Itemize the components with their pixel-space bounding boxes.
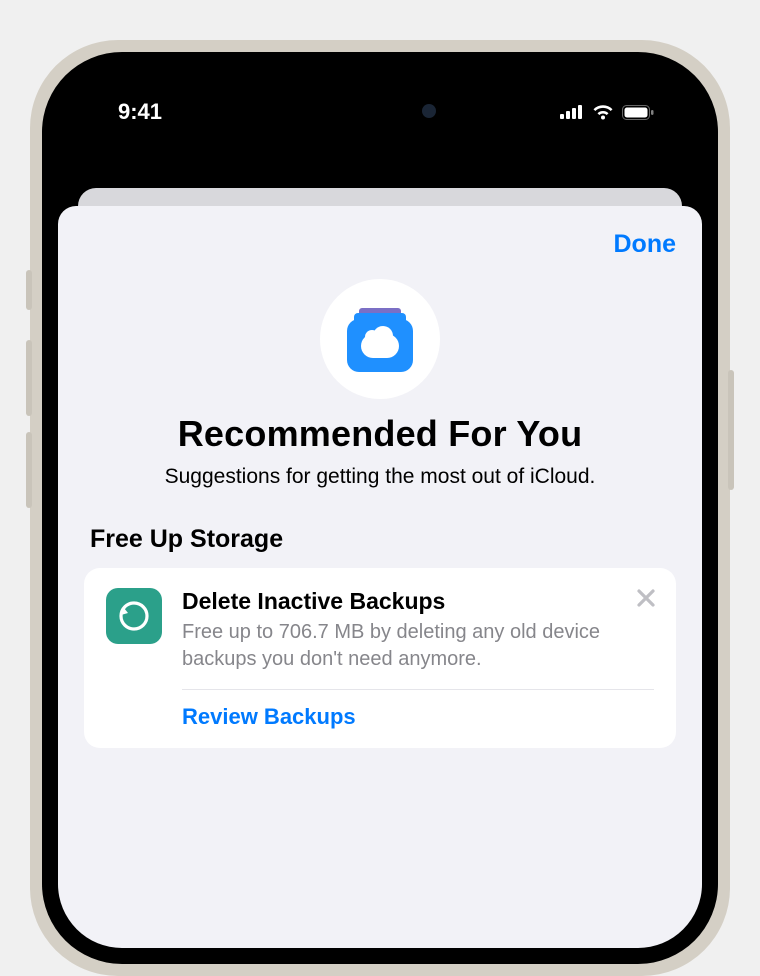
card-description: Free up to 706.7 MB by deleting any old … <box>182 619 654 690</box>
modal-sheet: Done Recommended For You Suggestions for… <box>58 206 702 948</box>
battery-icon <box>622 105 654 120</box>
close-icon <box>634 586 658 610</box>
suggestion-card: Delete Inactive Backups Free up to 706.7… <box>84 568 676 748</box>
card-title: Delete Inactive Backups <box>182 588 654 615</box>
header-icon-container <box>320 279 440 399</box>
status-time: 9:41 <box>118 99 162 125</box>
review-backups-button[interactable]: Review Backups <box>182 690 654 730</box>
wifi-icon <box>592 104 614 120</box>
front-camera <box>422 104 436 118</box>
cellular-icon <box>560 105 584 119</box>
done-button[interactable]: Done <box>614 230 677 259</box>
card-content: Delete Inactive Backups Free up to 706.7… <box>182 588 654 730</box>
icloud-storage-icon <box>347 306 413 372</box>
page-title: Recommended For You <box>84 413 676 455</box>
side-button-power <box>728 370 734 490</box>
screen: 9:41 <box>58 68 702 948</box>
side-button-volume-down <box>26 432 32 508</box>
phone-frame: 9:41 <box>30 40 730 976</box>
phone-bezel: 9:41 <box>42 52 718 964</box>
page-subtitle: Suggestions for getting the most out of … <box>140 463 620 491</box>
backup-restore-icon <box>106 588 162 644</box>
cloud-icon <box>361 334 399 358</box>
side-button-volume-up <box>26 340 32 416</box>
nav-bar: Done <box>84 230 676 259</box>
side-button-silent <box>26 270 32 310</box>
dismiss-button[interactable] <box>634 586 658 610</box>
dynamic-island <box>310 90 450 132</box>
section-header: Free Up Storage <box>84 525 676 554</box>
status-icons <box>560 104 654 120</box>
